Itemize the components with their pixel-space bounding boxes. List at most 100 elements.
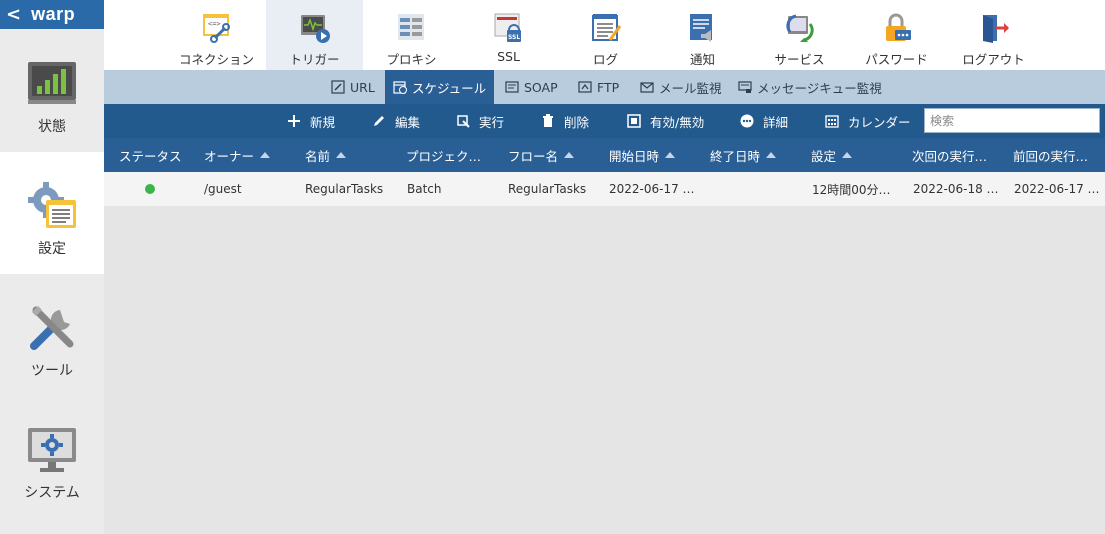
toolbar-log[interactable]: ログ	[557, 0, 654, 70]
delete-button-label: 削除	[564, 114, 590, 130]
tab-mail-watch[interactable]: メール監視	[632, 70, 730, 104]
message-queue-icon	[738, 81, 752, 93]
calendar-button[interactable]: カレンダー	[825, 104, 911, 138]
sort-asc-icon	[766, 152, 777, 158]
toolbar-ssl[interactable]: SSL SSL	[460, 0, 557, 70]
service-icon	[785, 14, 814, 42]
toolbar-label: トリガー	[289, 52, 340, 67]
next-run-cell: 2022-06-18 …	[913, 182, 999, 196]
calendar-icon	[825, 115, 839, 128]
toggle-enabled-button[interactable]: 有効/無効	[627, 104, 704, 138]
table-empty-area	[104, 206, 1105, 534]
edit-button[interactable]: 編集	[372, 104, 420, 138]
proxy-icon	[397, 14, 424, 40]
toolbar-trigger[interactable]: トリガー	[266, 0, 363, 70]
tab-schedule[interactable]: スケジュール	[385, 70, 495, 104]
toolbar-label: ログアウト	[962, 52, 1025, 67]
tab-soap[interactable]: SOAP	[497, 70, 566, 104]
pencil-icon	[374, 116, 384, 126]
column-header-owner[interactable]: オーナー	[204, 138, 271, 172]
sidebar-item-status[interactable]: 状態	[0, 30, 104, 152]
sort-asc-icon	[842, 152, 853, 158]
setting-cell: 12時間00分…	[812, 182, 891, 197]
toolbar-label: 通知	[689, 52, 715, 67]
name-cell: RegularTasks	[305, 182, 384, 196]
column-label: プロジェク…	[406, 148, 482, 164]
run-button-label: 実行	[479, 114, 505, 130]
column-label: 名前	[305, 148, 331, 164]
logout-icon	[982, 15, 1009, 43]
toolbar-label: パスワード	[865, 52, 928, 67]
column-header-status[interactable]: ステータス	[119, 138, 182, 172]
log-icon	[591, 14, 621, 41]
ssl-icon: SSL	[494, 13, 521, 42]
table-row[interactable]: /guest RegularTasks Batch RegularTasks 2…	[104, 172, 1105, 206]
sidebar-item-label: システム	[24, 485, 80, 501]
brand-header[interactable]: < warp	[0, 0, 104, 29]
toolbar-notification[interactable]: 通知	[654, 0, 751, 70]
calendar-button-label: カレンダー	[848, 114, 911, 130]
delete-button[interactable]: 削除	[541, 104, 589, 138]
brand-name: warp	[31, 4, 76, 24]
prev-run-cell: 2022-06-17 …	[1014, 182, 1100, 196]
column-header-flow[interactable]: フロー名	[508, 138, 575, 172]
plus-icon	[288, 115, 300, 127]
column-header-end[interactable]: 終了日時	[710, 138, 777, 172]
table-header: ステータス オーナー 名前 プロジェク… フロー名 開始日時 終了日時 設定 次…	[104, 138, 1105, 172]
sort-asc-icon	[564, 152, 575, 158]
schedule-icon	[393, 81, 407, 94]
tab-label: スケジュール	[412, 80, 487, 96]
bar-chart-icon	[28, 62, 76, 104]
tab-label: メッセージキュー監視	[757, 80, 882, 96]
toolbar-proxy[interactable]: プロキシ	[363, 0, 460, 70]
new-button-label: 新規	[310, 114, 336, 130]
status-cell	[145, 172, 155, 206]
trigger-icon	[300, 15, 330, 43]
run-button[interactable]: 実行	[456, 104, 504, 138]
svg-text:<=>: <=>	[208, 20, 221, 28]
detail-button-label: 詳細	[763, 114, 789, 130]
column-header-next-run[interactable]: 次回の実行…	[912, 138, 987, 172]
toggle-button-label: 有効/無効	[650, 114, 705, 130]
column-label: フロー名	[508, 148, 559, 164]
column-header-prev-run[interactable]: 前回の実行…	[1013, 138, 1088, 172]
tools-icon	[30, 306, 74, 350]
column-header-name[interactable]: 名前	[305, 138, 347, 172]
column-header-start[interactable]: 開始日時	[609, 138, 676, 172]
detail-button[interactable]: 詳細	[740, 104, 788, 138]
column-label: 前回の実行…	[1013, 148, 1089, 164]
tab-label: メール監視	[659, 80, 722, 96]
sidebar-item-tools[interactable]: ツール	[0, 274, 104, 396]
column-header-setting[interactable]: 設定	[811, 138, 853, 172]
toggle-icon	[627, 114, 641, 128]
edit-button-label: 編集	[395, 114, 421, 130]
sort-asc-icon	[260, 152, 271, 158]
toolbar-label: SSL	[497, 49, 520, 64]
tab-label: FTP	[597, 79, 620, 95]
sidebar: < warp 状態 設定 ツール システム	[0, 0, 104, 534]
back-chevron-icon[interactable]: <	[6, 5, 21, 24]
tab-url[interactable]: URL	[323, 70, 383, 104]
owner-cell: /guest	[204, 182, 242, 196]
toolbar-label: プロキシ	[386, 52, 437, 67]
tab-label: SOAP	[524, 79, 558, 95]
search-input[interactable]	[924, 108, 1100, 133]
sidebar-item-system[interactable]: システム	[0, 396, 104, 518]
sidebar-item-label: 設定	[38, 241, 66, 257]
toolbar-connection[interactable]: <=> コネクション	[168, 0, 265, 70]
tab-message-queue-watch[interactable]: メッセージキュー監視	[730, 70, 890, 104]
flow-cell: RegularTasks	[508, 182, 587, 196]
column-header-project[interactable]: プロジェク…	[406, 138, 481, 172]
connection-icon: <=>	[202, 14, 230, 43]
toolbar-service[interactable]: サービス	[751, 0, 848, 70]
sidebar-item-settings[interactable]: 設定	[0, 152, 104, 274]
column-label: オーナー	[204, 148, 255, 164]
toolbar-label: ログ	[592, 52, 618, 67]
toolbar-password[interactable]: パスワード	[848, 0, 945, 70]
toolbar-logout[interactable]: ログアウト	[945, 0, 1042, 70]
tab-ftp[interactable]: FTP	[570, 70, 627, 104]
sidebar-item-label: 状態	[38, 119, 66, 135]
link-icon	[331, 80, 345, 94]
action-bar: 新規 編集 実行 削除 有効/無効 詳細 カレンダー 検索	[104, 104, 1105, 138]
new-button[interactable]: 新規	[287, 104, 335, 138]
